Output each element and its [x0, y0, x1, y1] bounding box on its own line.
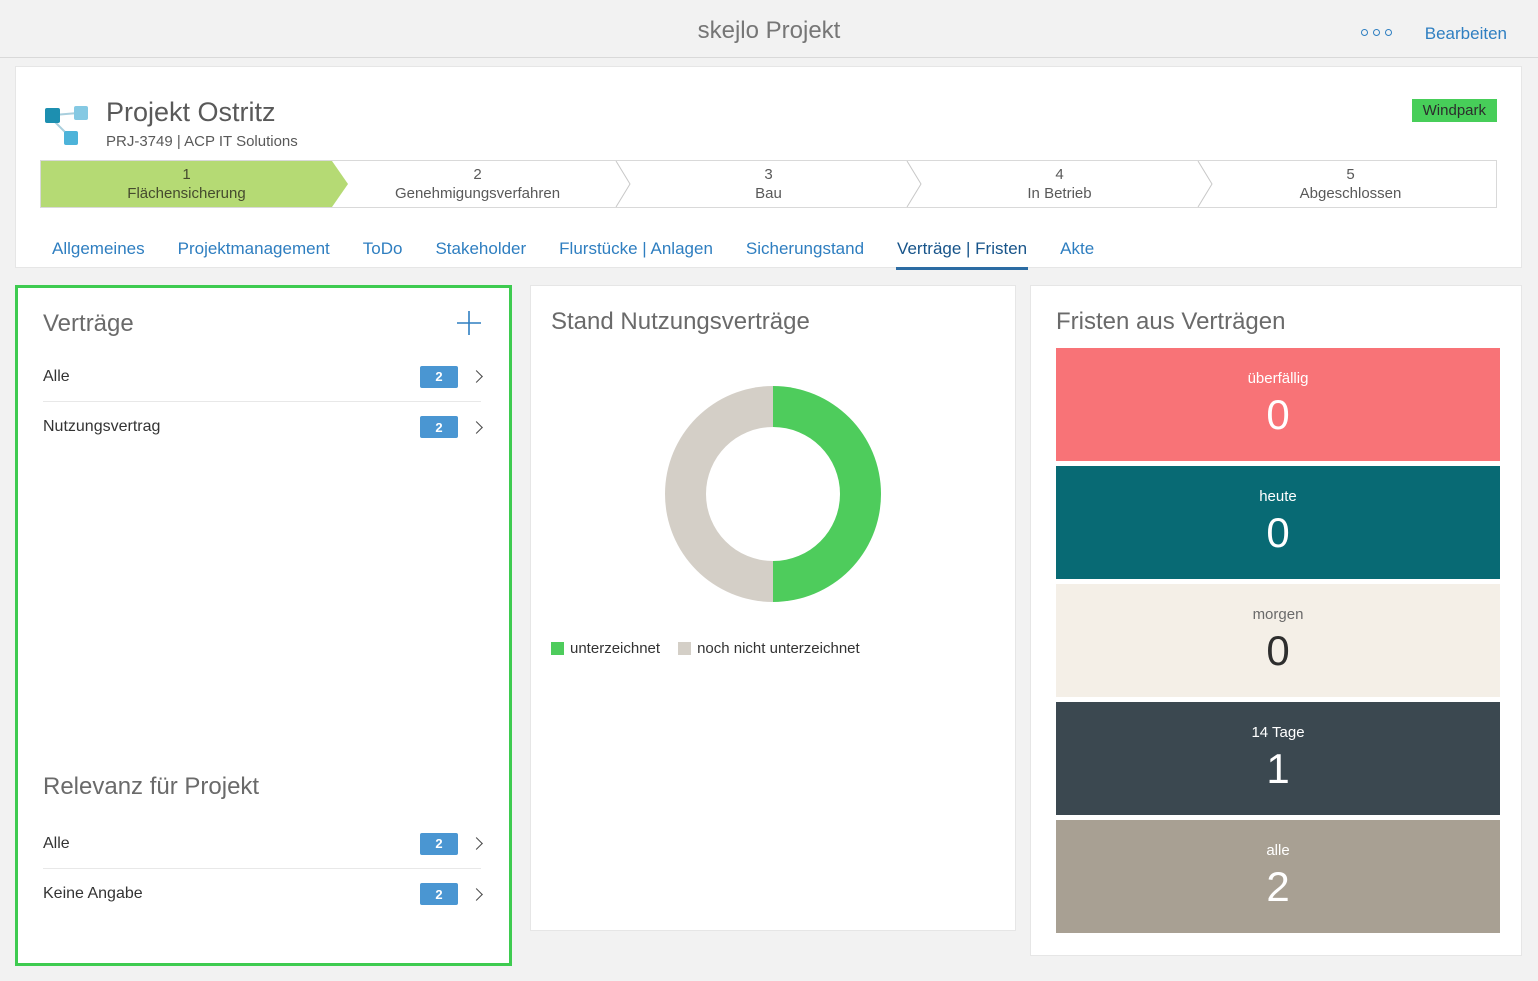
more-options-button[interactable]: [1361, 29, 1392, 36]
relevanz-section-title: Relevanz für Projekt: [43, 773, 259, 801]
donut-chart-wrap: [665, 386, 881, 602]
step-genehmigungsverfahren[interactable]: 2 Genehmigungsverfahren: [332, 161, 623, 207]
windpark-badge: Windpark: [1412, 99, 1497, 122]
step-label: Flächensicherung: [127, 185, 245, 202]
add-contract-button[interactable]: [455, 310, 483, 338]
legend-swatch: [551, 642, 564, 655]
tab-allgemeines[interactable]: Allgemeines: [51, 239, 146, 270]
frist-card[interactable]: heute 0: [1056, 466, 1500, 579]
legend-item-unterzeichnet: unterzeichnet: [551, 640, 660, 657]
frist-card-label: heute: [1259, 488, 1297, 506]
vertraege-panel-title: Verträge: [43, 310, 134, 338]
frist-card[interactable]: morgen 0: [1056, 584, 1500, 697]
step-number: 5: [1346, 166, 1354, 183]
chevron-right-icon: [470, 888, 483, 901]
step-label: Abgeschlossen: [1300, 185, 1402, 202]
row-label: Alle: [43, 835, 420, 853]
frist-card-label: überfällig: [1248, 370, 1309, 388]
step-number: 1: [182, 166, 190, 183]
donut-chart[interactable]: [665, 386, 881, 602]
row-label: Keine Angabe: [43, 885, 420, 903]
edit-button[interactable]: Bearbeiten: [1425, 24, 1507, 44]
ellipsis-icon: [1373, 29, 1380, 36]
row-label: Nutzungsvertrag: [43, 418, 420, 436]
step-flaechensicherung[interactable]: 1 Flächensicherung: [41, 161, 348, 207]
fristen-panel-title: Fristen aus Verträgen: [1056, 308, 1285, 336]
count-badge: 2: [420, 366, 458, 388]
tab-stakeholder[interactable]: Stakeholder: [434, 239, 527, 270]
tab-todo[interactable]: ToDo: [362, 239, 404, 270]
relevanz-row-keine-angabe[interactable]: Keine Angabe 2: [43, 869, 481, 919]
chevron-right-icon: [470, 421, 483, 434]
step-label: In Betrieb: [1027, 185, 1091, 202]
contract-row-alle[interactable]: Alle 2: [43, 352, 481, 402]
tab-projektmanagement[interactable]: Projektmanagement: [177, 239, 331, 270]
chart-title: Stand Nutzungsverträge: [551, 308, 810, 336]
frist-card-label: alle: [1266, 842, 1289, 860]
chevron-right-icon: [470, 837, 483, 850]
count-badge: 2: [420, 833, 458, 855]
legend-label: unterzeichnet: [570, 640, 660, 657]
app-window: skejlo Projekt Bearbeiten Projekt Ostrit…: [0, 0, 1538, 981]
step-number: 2: [473, 166, 481, 183]
step-bau[interactable]: 3 Bau: [623, 161, 914, 207]
tabs-bar: Allgemeines Projektmanagement ToDo Stake…: [51, 239, 1095, 270]
frist-card-value: 0: [1266, 628, 1289, 674]
legend-item-noch-nicht-unterzeichnet: noch nicht unterzeichnet: [678, 640, 860, 657]
frist-card-value: 0: [1266, 392, 1289, 438]
frist-card-value: 1: [1266, 746, 1289, 792]
ellipsis-icon: [1385, 29, 1392, 36]
contract-row-nutzungsvertrag[interactable]: Nutzungsvertrag 2: [43, 402, 481, 452]
tab-flurstuecke-anlagen[interactable]: Flurstücke | Anlagen: [558, 239, 714, 270]
donut-hole: [706, 427, 840, 561]
project-header: Projekt Ostritz PRJ-3749 | ACP IT Soluti…: [15, 66, 1522, 268]
relevanz-row-alle[interactable]: Alle 2: [43, 819, 481, 869]
step-number: 3: [764, 166, 772, 183]
frist-card[interactable]: überfällig 0: [1056, 348, 1500, 461]
project-subtitle: PRJ-3749 | ACP IT Solutions: [106, 133, 298, 150]
frist-card-value: 2: [1266, 864, 1289, 910]
legend-label: noch nicht unterzeichnet: [697, 640, 860, 657]
step-number: 4: [1055, 166, 1063, 183]
chart-panel: Stand Nutzungsverträge unterzeichnet noc…: [530, 285, 1016, 931]
app-title: skejlo Projekt: [0, 17, 1538, 45]
chart-legend: unterzeichnet noch nicht unterzeichnet: [551, 640, 860, 657]
step-label: Bau: [755, 185, 782, 202]
frist-card-label: 14 Tage: [1251, 724, 1304, 742]
vertraege-panel: Verträge Alle 2 Nutzungsvertrag 2 Releva…: [15, 285, 512, 966]
row-label: Alle: [43, 368, 420, 386]
top-bar: skejlo Projekt Bearbeiten: [0, 0, 1538, 58]
legend-swatch: [678, 642, 691, 655]
fristen-panel: Fristen aus Verträgen überfällig 0 heute…: [1030, 285, 1522, 956]
count-badge: 2: [420, 883, 458, 905]
frist-card-label: morgen: [1253, 606, 1304, 624]
project-icon: [44, 100, 90, 153]
count-badge: 2: [420, 416, 458, 438]
step-abgeschlossen[interactable]: 5 Abgeschlossen: [1205, 161, 1496, 207]
frist-card[interactable]: 14 Tage 1: [1056, 702, 1500, 815]
frist-card-value: 0: [1266, 510, 1289, 556]
step-in-betrieb[interactable]: 4 In Betrieb: [914, 161, 1205, 207]
chevron-right-icon: [470, 370, 483, 383]
plus-icon: [456, 310, 482, 336]
step-label: Genehmigungsverfahren: [395, 185, 560, 202]
project-title: Projekt Ostritz: [106, 97, 276, 128]
tab-akte[interactable]: Akte: [1059, 239, 1095, 270]
ellipsis-icon: [1361, 29, 1368, 36]
fristen-cards: überfällig 0 heute 0 morgen 0 14 Tage 1 …: [1056, 348, 1500, 938]
tab-vertraege-fristen[interactable]: Verträge | Fristen: [896, 239, 1028, 270]
tab-sicherungstand[interactable]: Sicherungstand: [745, 239, 865, 270]
process-steps: 1 Flächensicherung 2 Genehmigungsverfahr…: [40, 160, 1497, 208]
frist-card[interactable]: alle 2: [1056, 820, 1500, 933]
